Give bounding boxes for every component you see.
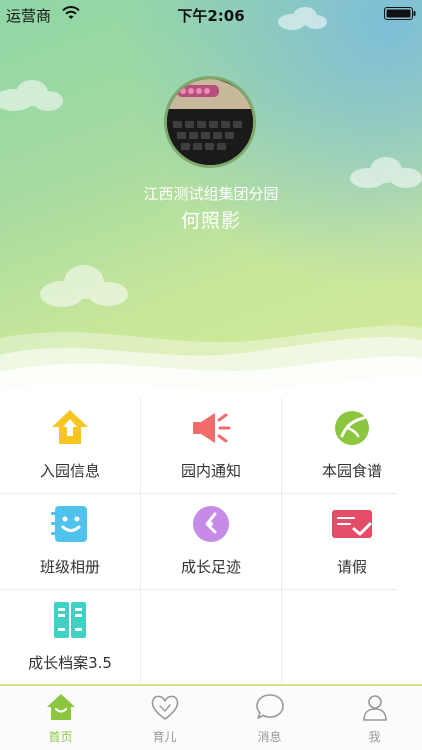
menu-item-label: 成长足迹 (180, 558, 241, 576)
menu-item-label: 园内通知 (180, 462, 241, 480)
menu-item-recipes[interactable]: 本园食谱 (282, 398, 422, 494)
notebook-smiley-icon (51, 506, 87, 542)
tab-me[interactable]: 我 (322, 686, 422, 750)
person-icon (362, 695, 387, 721)
card-check-icon (332, 510, 372, 538)
home-icon (46, 694, 75, 720)
menu-item-admission-info[interactable]: 入园信息 (0, 398, 140, 494)
avatar[interactable] (164, 76, 256, 168)
house-arrow-icon (52, 410, 88, 444)
battery-icon (384, 7, 416, 20)
menu-item-label: 成长档案3.5 (28, 654, 112, 672)
cabinet-icon (54, 602, 86, 638)
status-time: 下午2:06 (177, 7, 245, 25)
cloud-icon (0, 80, 63, 111)
tab-messages[interactable]: 消息 (217, 686, 322, 750)
megaphone-icon (193, 413, 231, 443)
leaf-icon (335, 411, 369, 445)
tab-label: 育儿 (152, 730, 177, 744)
menu-item-label: 本园食谱 (321, 462, 382, 480)
tab-label: 我 (368, 730, 381, 744)
menu-item-class-album[interactable]: 班级相册 (0, 494, 140, 590)
cloud-icon (40, 265, 128, 307)
menu-item-label: 班级相册 (39, 558, 100, 576)
user-name: 何照影 (180, 210, 241, 232)
menu-item-notices[interactable]: 园内通知 (141, 398, 281, 494)
clock-icon (193, 506, 229, 542)
tab-label: 消息 (257, 730, 282, 744)
menu-item-growth-archive[interactable]: 成长档案3.5 (0, 590, 140, 686)
status-bar: 运营商 下午2:06 (0, 0, 422, 28)
tab-bar: 首页 育儿 消息 我 (0, 684, 422, 750)
school-name: 江西测试组集团分园 (143, 185, 279, 203)
menu-item-label: 请假 (336, 558, 367, 576)
sky-tint (102, 0, 422, 280)
menu-item-leave-request[interactable]: 请假 (282, 494, 422, 590)
heart-icon (151, 695, 178, 720)
tab-label: 首页 (48, 730, 73, 744)
menu-item-growth-footprint[interactable]: 成长足迹 (141, 494, 281, 590)
menu-item-label: 入园信息 (39, 462, 100, 480)
feature-grid: 入园信息 园内通知 本园食谱 班级相册 成长足迹 请假 成长档案3.5 (0, 398, 422, 684)
chat-bubble-icon (255, 694, 284, 719)
avatar-photo (167, 79, 253, 165)
tab-parenting[interactable]: 育儿 (112, 686, 217, 750)
tab-home[interactable]: 首页 (8, 686, 113, 750)
